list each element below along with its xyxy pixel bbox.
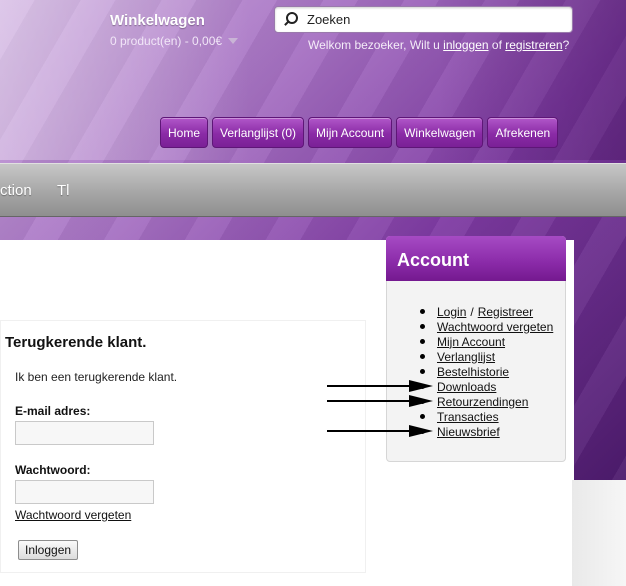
menu-item-tl[interactable]: Tl <box>57 182 70 199</box>
account-link-separator: / <box>470 304 474 319</box>
account-sidebar-title: Account <box>386 236 566 281</box>
cart-title[interactable]: Winkelwagen <box>110 12 205 29</box>
arrow-head-icon <box>409 395 433 407</box>
password-field[interactable] <box>15 480 154 504</box>
returning-customer-heading: Terugkerende klant. <box>5 334 147 351</box>
nav-cart-button[interactable]: Winkelwagen <box>396 117 484 148</box>
arrow-shaft <box>327 400 411 402</box>
content-panel-edge <box>572 480 626 586</box>
list-item: Verlanglijst <box>420 349 553 364</box>
list-item: Retourzendingen <box>420 394 553 409</box>
account-newsletter-link[interactable]: Nieuwsbrief <box>437 425 500 439</box>
welcome-or: of <box>491 38 502 52</box>
search-input[interactable] <box>307 8 557 31</box>
nav-my-account-button[interactable]: Mijn Account <box>308 117 393 148</box>
arrow-icon-downloads <box>327 380 433 392</box>
returning-customer-intro: Ik ben een terugkerende klant. <box>15 370 178 384</box>
list-item: Mijn Account <box>420 334 553 349</box>
nav-checkout-button[interactable]: Afrekenen <box>487 117 559 148</box>
list-item: Wachtwoord vergeten <box>420 319 553 334</box>
bullet-icon <box>420 354 425 359</box>
arrow-icon-newsletter <box>327 425 433 437</box>
menu-item-collection[interactable]: ction <box>0 182 32 199</box>
caret-down-icon[interactable] <box>228 38 239 44</box>
bullet-icon <box>420 324 425 329</box>
list-item: Bestelhistorie <box>420 364 553 379</box>
arrow-icon-returns <box>327 395 433 407</box>
top-navigation: Home Verlanglijst (0) Mijn Account Winke… <box>160 117 559 148</box>
account-downloads-link[interactable]: Downloads <box>437 380 496 394</box>
account-register-link[interactable]: Registreer <box>478 305 533 319</box>
arrow-head-icon <box>409 380 433 392</box>
nav-wishlist-button[interactable]: Verlanglijst (0) <box>212 117 305 148</box>
email-label: E-mail adres: <box>15 404 91 418</box>
list-item: Transacties <box>420 409 553 424</box>
welcome-prefix: Welkom bezoeker, Wilt u <box>308 38 440 52</box>
register-link[interactable]: registreren <box>505 38 562 52</box>
list-item: Nieuwsbrief <box>420 424 553 439</box>
list-item: Downloads <box>420 379 553 394</box>
email-field[interactable] <box>15 421 154 445</box>
password-label: Wachtwoord: <box>15 463 91 477</box>
arrow-head-icon <box>409 425 433 437</box>
bullet-icon <box>420 369 425 374</box>
search-icon[interactable] <box>281 9 303 31</box>
arrow-shaft <box>327 385 411 387</box>
account-order-history-link[interactable]: Bestelhistorie <box>437 365 509 379</box>
bullet-icon <box>420 309 425 314</box>
account-links: Login / Registreer Wachtwoord vergeten M… <box>420 304 553 439</box>
search-box[interactable] <box>274 6 573 33</box>
cart-summary-text: 0 product(en) - 0,00€ <box>110 34 223 48</box>
account-transactions-link[interactable]: Transacties <box>437 410 499 424</box>
account-login-link[interactable]: Login <box>437 305 466 319</box>
category-menu-bar: ction Tl <box>0 163 626 217</box>
list-item: Login / Registreer <box>420 304 553 319</box>
login-link[interactable]: inloggen <box>443 38 488 52</box>
welcome-suffix: ? <box>562 38 570 52</box>
bullet-icon <box>420 339 425 344</box>
returning-customer-box <box>0 320 366 573</box>
account-my-account-link[interactable]: Mijn Account <box>437 335 505 349</box>
cart-summary[interactable]: 0 product(en) - 0,00€ <box>110 34 239 48</box>
arrow-shaft <box>327 430 411 432</box>
bullet-icon <box>420 414 425 419</box>
welcome-message: Welkom bezoeker, Wilt u inloggen of regi… <box>308 38 569 52</box>
nav-home-button[interactable]: Home <box>160 117 209 148</box>
forgot-password-link[interactable]: Wachtwoord vergeten <box>15 508 131 522</box>
account-returns-link[interactable]: Retourzendingen <box>437 395 528 409</box>
login-button[interactable]: Inloggen <box>18 540 79 560</box>
account-forgot-password-link[interactable]: Wachtwoord vergeten <box>437 320 553 334</box>
account-wishlist-link[interactable]: Verlanglijst <box>437 350 495 364</box>
